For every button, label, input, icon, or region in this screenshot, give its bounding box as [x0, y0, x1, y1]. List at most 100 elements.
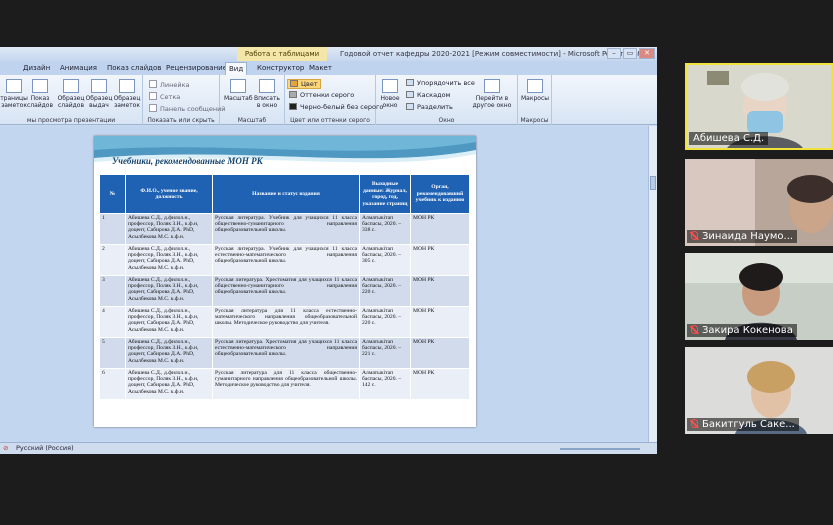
- switch-window-button[interactable]: Перейти в другое окно: [472, 79, 512, 109]
- cell-number: 1: [99, 213, 126, 245]
- header-organization: Орган, рекомендовавший учебник к изданию: [410, 174, 470, 214]
- color-swatch-icon: [290, 80, 298, 87]
- group-macros: Макросы Макросы: [518, 75, 552, 125]
- zoom-slider[interactable]: [560, 448, 640, 450]
- slide-title: Учебники, рекомендованные МОН РК: [112, 156, 263, 166]
- cell-authors: Абишева С.Д., д.филол.н., профессор, Пол…: [125, 337, 213, 369]
- grayscale-swatch-icon: [289, 91, 297, 98]
- cell-publication: Алматыкітап баспасы, 2020. – 220 с.: [359, 275, 411, 307]
- grayscale-option[interactable]: Оттенки серого: [289, 91, 354, 99]
- header-number: №: [99, 174, 126, 214]
- pure-bw-option[interactable]: Черно-белый без серого: [289, 103, 383, 111]
- cascade-button[interactable]: Каскадом: [406, 91, 450, 99]
- cell-authors: Абишева С.Д., д.филол.н., профессор, Пол…: [125, 244, 213, 276]
- cell-title: Русская литература. Учебник для учащихся…: [212, 213, 360, 245]
- ribbon: траницы заметок Показ слайдов Образец сл…: [0, 75, 657, 125]
- tab-constructor[interactable]: Конструктор: [254, 62, 307, 75]
- slide-show-button[interactable]: Показ слайдов: [26, 79, 54, 109]
- participant-name-label: Бакитгуль Саке...: [687, 418, 799, 431]
- participant-tile[interactable]: Закира Кокенова: [685, 253, 833, 340]
- document-title: Годовой отчет кафедры 2020-2021 [Режим с…: [340, 50, 641, 58]
- close-button[interactable]: ✕: [639, 48, 655, 59]
- language-status[interactable]: Русский (Россия): [16, 443, 74, 454]
- cell-authors: Абишева С.Д., д.филол.н., профессор, Пол…: [125, 275, 213, 307]
- group-window: Новое окно Упорядочить все Каскадом Разд…: [376, 75, 518, 125]
- tab-view[interactable]: Вид: [225, 62, 248, 75]
- maximize-button[interactable]: ▭: [623, 48, 637, 59]
- participant-tile[interactable]: Бакитгуль Саке...: [685, 347, 833, 434]
- notes-page-button[interactable]: траницы заметок: [0, 79, 28, 109]
- notes-master-button[interactable]: Образец заметок: [113, 79, 141, 109]
- participant-name: Закира Кокенова: [702, 325, 793, 336]
- zoom-button[interactable]: Масштаб: [224, 79, 253, 102]
- cell-title: Русская литература. Учебник для учащихся…: [212, 244, 360, 276]
- table-row: 2 Абишева С.Д., д.филол.н., профессор, П…: [99, 244, 470, 276]
- cell-number: 2: [99, 244, 126, 276]
- tab-review[interactable]: Рецензирование: [163, 62, 230, 75]
- slide-master-icon: [63, 79, 79, 93]
- group-label: Показать или скрыть: [147, 117, 215, 124]
- table-row: 1 Абишева С.Д., д.филол.н., профессор, П…: [99, 213, 470, 245]
- textbooks-table: № Ф.И.О., ученое звание, должность Назва…: [99, 174, 470, 400]
- split-icon: [406, 103, 414, 110]
- group-zoom: Масштаб Вписать в окно Масштаб: [220, 75, 285, 125]
- tab-animation[interactable]: Анимация: [57, 62, 100, 75]
- context-tab-table-tools[interactable]: Работа с таблицами: [237, 47, 327, 61]
- macros-icon: [527, 79, 543, 93]
- new-window-button[interactable]: Новое окно: [376, 79, 404, 109]
- table-row: 5 Абишева С.Д., д.филол.н., профессор, П…: [99, 337, 470, 369]
- participant-tile[interactable]: Абишева С.Д.: [685, 63, 833, 150]
- tab-layout[interactable]: Макет: [306, 62, 335, 75]
- grid-checkbox[interactable]: Сетка: [149, 92, 180, 101]
- fit-to-window-button[interactable]: Вписать в окно: [253, 79, 281, 109]
- participant-tile[interactable]: Зинаида Наумо...: [685, 159, 833, 246]
- split-button[interactable]: Разделить: [406, 103, 453, 111]
- muted-mic-icon: [691, 231, 698, 240]
- arrange-all-button[interactable]: Упорядочить все: [406, 79, 475, 87]
- participant-name: Зинаида Наумо...: [702, 231, 794, 242]
- notes-master-icon: [119, 79, 135, 93]
- group-show-hide: Линейка Сетка Панель сообщений Показать …: [143, 75, 226, 125]
- cascade-icon: [406, 91, 414, 98]
- cell-publication: Алматыкітап баспасы, 2020. – 220 с.: [359, 306, 411, 338]
- switch-window-icon: [484, 79, 500, 93]
- spellcheck-icon[interactable]: ⊘: [3, 443, 8, 454]
- arrange-icon: [406, 79, 414, 86]
- slide[interactable]: Учебники, рекомендованные МОН РК № Ф.И.О…: [94, 136, 476, 427]
- bw-swatch-icon: [289, 103, 297, 110]
- slideshow-icon: [32, 79, 48, 93]
- message-bar-checkbox[interactable]: Панель сообщений: [149, 104, 226, 113]
- screen: Работа с таблицами Годовой отчет кафедры…: [0, 0, 833, 525]
- cell-organization: МОН РК: [410, 275, 470, 307]
- tab-slideshow[interactable]: Показ слайдов: [104, 62, 164, 75]
- magnifier-icon: [230, 79, 246, 93]
- group-label: Цвет или оттенки серого: [290, 117, 370, 124]
- group-label: Макросы: [520, 117, 549, 124]
- cell-publication: Алматыкітап баспасы, 2020. – 305 с.: [359, 244, 411, 276]
- ruler-checkbox[interactable]: Линейка: [149, 80, 190, 89]
- cell-title: Русская литература. Хрестоматия для учащ…: [212, 275, 360, 307]
- cell-organization: МОН РК: [410, 337, 470, 369]
- vertical-scrollbar[interactable]: [648, 126, 657, 442]
- handout-master-button[interactable]: Образец выдач: [85, 79, 113, 109]
- macros-button[interactable]: Макросы: [521, 79, 549, 102]
- table-header-row: № Ф.И.О., ученое звание, должность Назва…: [99, 174, 470, 214]
- cell-organization: МОН РК: [410, 244, 470, 276]
- cell-publication: Алматыкітап баспасы, 2020. – 338 с.: [359, 213, 411, 245]
- cell-authors: Абишева С.Д., д.филол.н., профессор, Пол…: [125, 368, 213, 400]
- title-bar: Работа с таблицами Годовой отчет кафедры…: [0, 47, 657, 61]
- table-row: 3 Абишева С.Д., д.филол.н., профессор, П…: [99, 275, 470, 307]
- scroll-thumb[interactable]: [650, 176, 656, 190]
- header-publication: Выходные данные: Журнал, город, год, ука…: [359, 174, 411, 214]
- tab-design[interactable]: Дизайн: [20, 62, 53, 75]
- table-row: 6 Абишева С.Д., д.филол.н., профессор, П…: [99, 368, 470, 400]
- cell-publication: Алматыкітап баспасы, 2020. – 221 с.: [359, 337, 411, 369]
- slide-master-button[interactable]: Образец слайдов: [57, 79, 85, 109]
- participant-name-label: Зинаида Наумо...: [687, 230, 798, 243]
- color-option[interactable]: Цвет: [287, 79, 321, 89]
- minimize-button[interactable]: –: [607, 48, 621, 59]
- group-label: Окно: [438, 117, 455, 124]
- participant-name-label: Закира Кокенова: [687, 324, 797, 337]
- group-label: Масштаб: [237, 117, 267, 124]
- participant-name: Абишева С.Д.: [689, 132, 769, 145]
